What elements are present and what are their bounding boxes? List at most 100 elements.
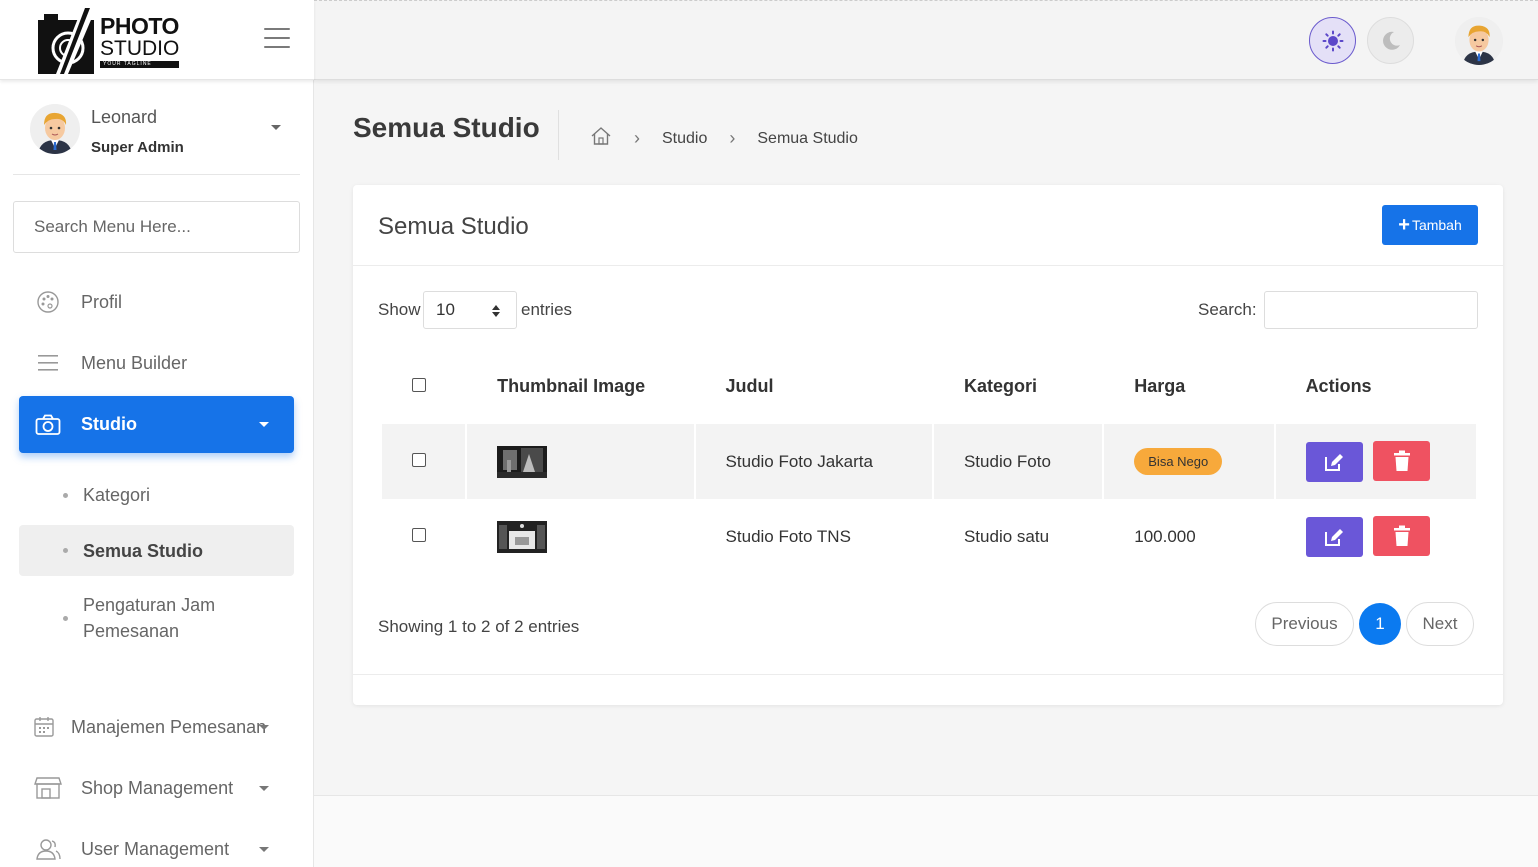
topbar — [314, 0, 1538, 80]
pagination: Previous 1 Next — [1255, 602, 1479, 646]
shop-icon — [33, 776, 63, 800]
chevron-right-icon: › — [634, 128, 640, 148]
actions-cell — [1276, 499, 1476, 574]
row-checkbox[interactable] — [412, 452, 426, 467]
harga-cell: 100.000 — [1134, 526, 1196, 546]
logo-tagline: YOUR TAGLINE — [100, 60, 180, 68]
menu-search-input[interactable] — [13, 201, 300, 253]
header-kategori[interactable]: Kategori — [934, 348, 1102, 424]
studio-thumbnail-image[interactable] — [497, 520, 548, 553]
header-thumbnail[interactable]: Thumbnail Image — [467, 348, 693, 424]
trash-icon — [1393, 525, 1410, 546]
next-page-button[interactable]: Next — [1406, 602, 1474, 646]
sidebar-item-manajemen-pemesanan[interactable]: Manajemen Pemesanan — [19, 701, 294, 753]
plus-icon: + — [1398, 214, 1410, 236]
logo-bar: PHOTO STUDIO YOUR TAGLINE — [0, 0, 314, 80]
pagination-info: Showing 1 to 2 of 2 entries — [378, 617, 580, 636]
trash-icon — [1393, 450, 1410, 471]
chevron-down-icon — [259, 847, 269, 852]
kategori-cell: Studio Foto — [933, 424, 1103, 499]
table-row: Studio Foto Jakarta Studio Foto Bisa Neg… — [382, 424, 1476, 499]
select-all-checkbox[interactable] — [412, 377, 426, 392]
card-header: Semua Studio + Tambah — [353, 185, 1503, 266]
page-title: Semua Studio — [353, 112, 540, 143]
sidebar-subitem-label-line1: Pengaturan Jam — [83, 595, 216, 615]
breadcrumb-item[interactable]: Studio — [662, 130, 707, 148]
row-select-cell — [382, 499, 465, 574]
price-badge: Bisa Nego — [1134, 448, 1223, 475]
page-size-select[interactable]: 10 — [423, 291, 517, 329]
sidebar-subitem-pengaturan-jam-pemesanan[interactable]: Pengaturan Jam Pemesanan — [19, 591, 294, 645]
sort-arrows-icon — [492, 305, 500, 317]
divider — [558, 110, 559, 160]
sidebar-subitem-semua-studio[interactable]: Semua Studio — [19, 525, 294, 576]
light-mode-button[interactable] — [1309, 17, 1356, 64]
chevron-down-icon — [259, 422, 269, 427]
user-avatar-icon — [30, 104, 80, 154]
logo[interactable]: PHOTO STUDIO YOUR TAGLINE — [38, 8, 179, 74]
sidebar-subitem-kategori[interactable]: Kategori — [19, 478, 294, 512]
add-button-label: Tambah — [1411, 217, 1462, 233]
judul-cell: Studio Foto Jakarta — [695, 424, 932, 499]
sidebar-item-label: Menu Builder — [81, 352, 188, 373]
breadcrumb-item: Semua Studio — [757, 129, 858, 147]
thumbnail-cell — [467, 499, 693, 574]
bullet-icon — [63, 492, 68, 498]
show-label: Show — [378, 300, 421, 319]
table-row: Studio Foto TNS Studio satu 100.000 — [382, 499, 1476, 574]
sidebar-subitem-label: Semua Studio — [83, 540, 204, 561]
sidebar-subitem-label-line2: Pemesanan — [83, 621, 180, 641]
user-avatar-icon — [1455, 17, 1503, 65]
avatar[interactable] — [1455, 17, 1503, 65]
search-label: Search: — [1198, 300, 1257, 319]
studio-thumbnail-image[interactable] — [497, 445, 548, 478]
actions-cell — [1275, 424, 1476, 499]
users-icon — [33, 837, 63, 861]
user-dropdown-caret-icon[interactable] — [271, 125, 281, 130]
sidebar-item-shop-management[interactable]: Shop Management — [19, 762, 294, 814]
bullet-icon — [63, 615, 68, 621]
delete-button[interactable] — [1373, 441, 1431, 481]
avatar — [30, 104, 80, 154]
sidebar-item-label: Shop Management — [81, 777, 234, 798]
header-select-all — [382, 348, 465, 424]
palette-icon — [33, 290, 63, 314]
kategori-cell: Studio satu — [963, 526, 1050, 546]
sidebar-item-label: User Management — [81, 838, 230, 859]
sidebar-item-profil[interactable]: Profil — [19, 276, 294, 328]
hamburger-menu-icon[interactable] — [264, 28, 290, 50]
edit-button[interactable] — [1305, 517, 1363, 557]
sidebar-item-studio[interactable]: Studio — [19, 396, 294, 453]
header-actions: Actions — [1305, 375, 1372, 396]
edit-button[interactable] — [1305, 442, 1363, 482]
sidebar-item-menu-builder[interactable]: Menu Builder — [19, 337, 294, 389]
home-icon[interactable] — [590, 126, 612, 151]
dark-mode-button[interactable] — [1367, 17, 1414, 64]
bullet-icon — [63, 548, 68, 553]
table-header-row: Thumbnail Image Judul Kategori Harga Act… — [382, 348, 1476, 424]
add-button[interactable]: + Tambah — [1382, 205, 1478, 245]
logo-text: PHOTO STUDIO YOUR TAGLINE — [100, 14, 180, 68]
delete-button[interactable] — [1373, 516, 1431, 556]
user-name: Leonard — [91, 107, 158, 127]
list-icon — [33, 353, 63, 373]
camera-logo-icon — [38, 8, 96, 74]
divider — [353, 674, 1503, 675]
table-search-input[interactable] — [1264, 291, 1478, 329]
card-title: Semua Studio — [378, 213, 529, 240]
footer — [314, 795, 1538, 867]
judul-cell: Studio Foto TNS — [725, 526, 851, 546]
header-judul[interactable]: Judul — [696, 348, 932, 424]
edit-icon — [1325, 529, 1344, 546]
studio-table: Thumbnail Image Judul Kategori Harga Act… — [380, 348, 1478, 574]
sidebar-item-user-management[interactable]: User Management — [19, 823, 294, 867]
studio-card: Semua Studio + Tambah Show 10 entries Se… — [353, 185, 1503, 705]
harga-cell: Bisa Nego — [1104, 424, 1274, 499]
row-select-cell — [382, 424, 466, 499]
row-checkbox[interactable] — [412, 527, 426, 542]
header-harga[interactable]: Harga — [1104, 348, 1273, 424]
page-1-button[interactable]: 1 — [1359, 603, 1401, 645]
sidebar-item-label: Profil — [81, 291, 123, 312]
entries-label: entries — [521, 300, 573, 319]
previous-page-button[interactable]: Previous — [1255, 602, 1354, 646]
